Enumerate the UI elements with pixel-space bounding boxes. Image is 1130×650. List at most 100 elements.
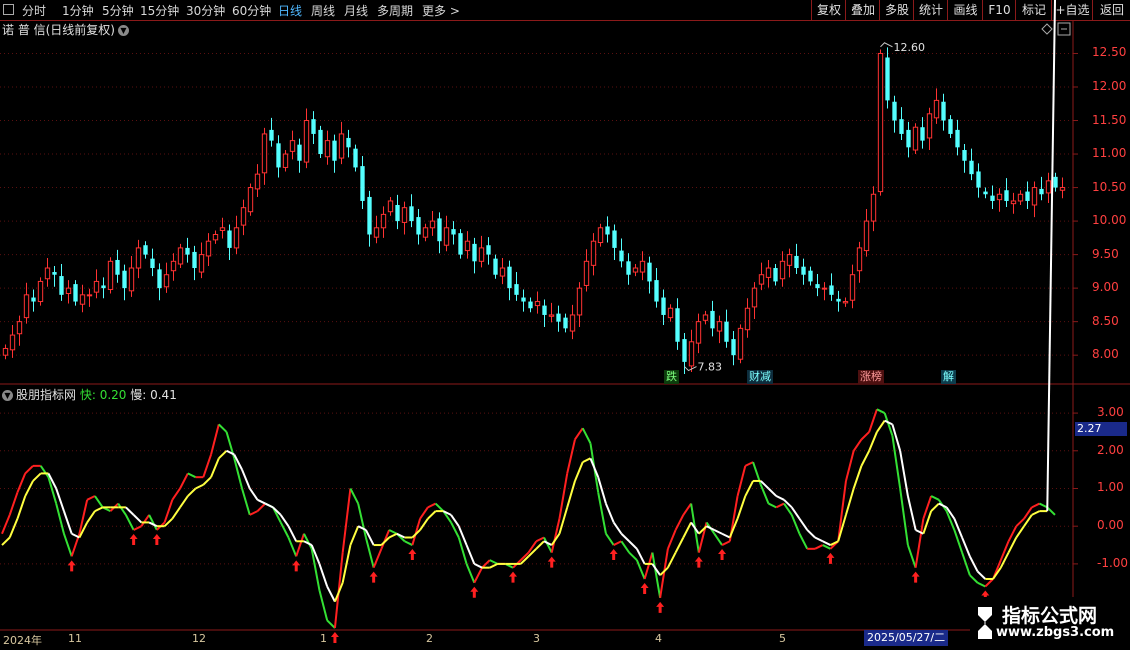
candle-body	[185, 247, 190, 255]
buy-arrow-icon	[547, 556, 556, 568]
chevron-down-icon[interactable]: ▼	[2, 390, 13, 401]
fast-line-segment	[581, 427, 592, 444]
candle-body	[128, 267, 135, 292]
candle-body	[576, 287, 583, 316]
event-tag-drop[interactable]: 跌	[664, 370, 679, 384]
fast-line-segment	[682, 503, 692, 516]
slow-line-segment	[195, 483, 204, 490]
fast-line-segment	[1046, 506, 1056, 516]
slow-line-segment	[589, 457, 600, 478]
candle-body	[332, 140, 337, 161]
candle-body	[192, 251, 197, 269]
fast-line-segment	[1039, 502, 1048, 509]
fast-line-segment	[574, 427, 584, 441]
candle-body	[801, 266, 806, 275]
fast-value-label: 快: 0.20	[79, 388, 127, 402]
candle-body	[556, 313, 561, 322]
candle-body	[464, 240, 471, 252]
diamond-icon[interactable]	[1041, 23, 1053, 35]
candle-body	[892, 101, 897, 121]
fast-line-segment	[906, 544, 917, 568]
candle-body	[205, 240, 212, 257]
slow-line-segment	[62, 510, 73, 535]
slow-line-segment	[202, 476, 212, 486]
slow-line-segment	[419, 518, 429, 531]
candle-body	[170, 260, 177, 272]
fast-line-segment	[713, 533, 723, 546]
buy-arrow-icon	[408, 549, 417, 561]
fast-line-segment	[357, 503, 367, 538]
buy-arrow-icon	[330, 632, 339, 643]
indicator-title-row: ▼ 股朋指标网 快: 0.20 慢: 0.41	[2, 386, 177, 403]
candle-body	[1053, 176, 1058, 188]
fast-line-segment	[775, 502, 785, 509]
candle-body	[786, 254, 793, 266]
fast-line-segment	[613, 540, 622, 546]
fast-line-segment	[473, 567, 483, 584]
candle-body	[437, 218, 442, 242]
slow-line-segment	[852, 465, 863, 489]
fast-line-segment	[249, 510, 258, 516]
indicator-tick-label: 1.00	[1097, 480, 1124, 495]
candle-body	[597, 227, 604, 244]
fast-line-segment	[930, 495, 940, 501]
price-tick-label: 11.00	[1092, 146, 1127, 161]
slow-line-segment	[628, 540, 638, 550]
candle-body	[794, 255, 799, 269]
candle-body	[282, 153, 289, 168]
buy-arrow-icon	[470, 586, 479, 598]
candle-body	[416, 217, 421, 235]
candle-body	[409, 206, 414, 222]
stock-title-row: 诺 普 信(日线前复权) ▼	[2, 21, 129, 38]
fast-line-segment	[86, 495, 96, 501]
chevron-down-icon[interactable]: ▼	[118, 25, 129, 36]
time-axis-month-12: 12	[192, 632, 206, 645]
slow-line-segment	[666, 552, 677, 569]
cursor-date-label: 2025/05/27/二	[864, 630, 949, 646]
candle-body	[23, 294, 30, 319]
candle-body	[451, 229, 456, 235]
slow-line-segment	[535, 540, 545, 550]
indicator-lines	[1, 0, 1056, 629]
slow-line-segment	[721, 532, 731, 539]
fast-line-segment	[140, 514, 150, 527]
price-tick-label: 8.00	[1092, 347, 1119, 362]
watermark-title: 指标公式网	[1002, 605, 1098, 627]
candle-body	[360, 166, 365, 201]
candle-body	[773, 268, 778, 282]
candle-body	[1031, 187, 1038, 206]
event-tag-unlock[interactable]: 解	[941, 370, 956, 384]
slow-line-segment	[257, 498, 266, 505]
candle-body	[619, 250, 624, 262]
candle-body	[198, 254, 205, 273]
candle-body	[367, 196, 372, 235]
candle-body	[962, 150, 967, 161]
slow-line-segment	[713, 529, 723, 535]
event-tag-limit-up[interactable]: 涨榜	[858, 370, 884, 384]
candle-body	[1025, 191, 1030, 201]
fast-line-segment	[814, 544, 824, 550]
slow-line-segment	[248, 487, 259, 501]
indicator-name: 股朋指标网	[16, 388, 77, 402]
candle-body	[135, 247, 142, 269]
candle-body	[695, 321, 702, 344]
fast-line-segment	[899, 488, 909, 546]
candle-body	[647, 262, 652, 282]
slow-line-segment	[798, 518, 809, 531]
candle-body	[836, 298, 841, 302]
stock-title: 诺 普 信(日线前复权)	[2, 23, 115, 37]
candle-body	[324, 140, 331, 158]
slow-line-segment	[210, 457, 220, 478]
fast-line-segment	[62, 533, 73, 557]
candle-body	[311, 119, 316, 134]
candle-body	[289, 140, 296, 152]
event-tag-finance[interactable]: 财减	[747, 370, 773, 384]
candle-body	[115, 259, 120, 275]
slow-line-segment	[473, 563, 483, 569]
candle-body	[254, 173, 261, 190]
candle-body	[710, 310, 715, 329]
kline-chart-canvas[interactable]: 12.60 7.83	[0, 0, 1130, 650]
slow-line-segment	[1046, 0, 1056, 512]
fast-line-segment	[744, 461, 754, 467]
fast-line-segment	[202, 454, 212, 478]
